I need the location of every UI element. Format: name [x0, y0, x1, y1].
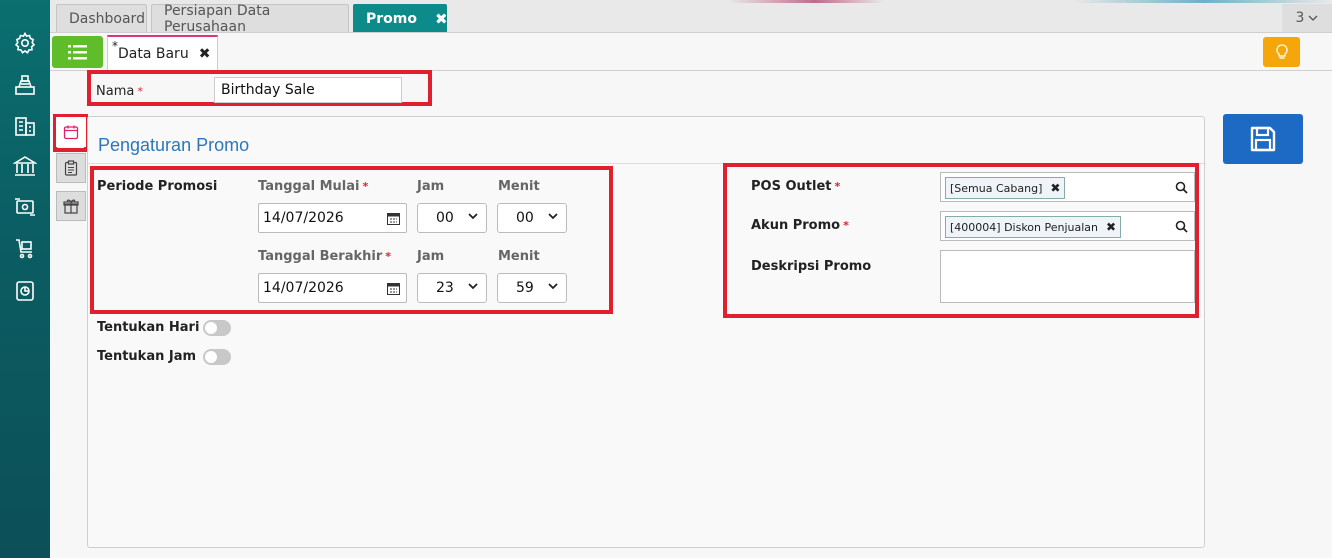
select-value: 23 — [436, 280, 454, 296]
subtab-data-baru[interactable]: * Data Baru ✖ — [107, 35, 218, 71]
lightbulb-icon — [1275, 44, 1288, 59]
pos-outlet-label: POS Outlet * — [751, 179, 841, 194]
tanggal-mulai-input[interactable]: 14/07/2026 — [258, 203, 407, 233]
close-icon[interactable]: ✖ — [199, 46, 211, 62]
selected-tag: [400004] Diskon Penjualan ✖ — [945, 216, 1122, 238]
save-button[interactable] — [1223, 114, 1303, 164]
remove-tag-icon[interactable]: ✖ — [1050, 181, 1060, 195]
search-icon[interactable] — [1175, 220, 1188, 233]
calendar-icon — [63, 125, 79, 140]
list-icon — [67, 45, 87, 60]
tab-label: Persiapan Data Perusahaan — [164, 2, 271, 35]
jam-mulai-select[interactable]: 00 — [417, 203, 487, 233]
tab-count: 3 — [1295, 10, 1305, 26]
select-value: 00 — [516, 210, 534, 226]
deskripsi-promo-textarea[interactable] — [940, 250, 1195, 303]
chevron-down-icon — [468, 283, 478, 290]
gift-tab[interactable] — [56, 191, 86, 221]
building-icon[interactable] — [12, 113, 38, 139]
chevron-down-icon — [468, 213, 478, 220]
gear-icon[interactable] — [12, 30, 38, 56]
close-icon[interactable]: ✖ — [435, 10, 448, 28]
tentukan-jam-label: Tentukan Jam — [97, 349, 197, 364]
list-menu-button[interactable] — [52, 36, 103, 68]
cart-box-icon[interactable] — [12, 236, 38, 262]
top-tab-bar: Dashboard Persiapan Data Perusahaan Prom… — [50, 0, 1332, 35]
subtab-label: Data Baru — [118, 46, 189, 62]
tentukan-jam-toggle[interactable] — [203, 349, 231, 365]
sub-toolbar: * Data Baru ✖ — [50, 33, 1332, 71]
jam-berakhir-label: Jam — [417, 249, 445, 264]
selected-tag: [Semua Cabang] ✖ — [945, 177, 1066, 199]
tab-count-dropdown[interactable]: 3 — [1282, 4, 1332, 32]
menit-mulai-label: Menit — [498, 179, 540, 194]
panel-title: Pengaturan Promo — [98, 135, 250, 155]
search-icon[interactable] — [1175, 181, 1188, 194]
clipboard-tab[interactable] — [56, 153, 86, 183]
date-value: 14/07/2026 — [263, 280, 344, 296]
pos-outlet-select[interactable]: [Semua Cabang] ✖ — [940, 172, 1195, 202]
tanggal-berakhir-label: Tanggal Berakhir * — [258, 249, 392, 264]
select-value: 59 — [516, 280, 534, 296]
save-icon — [1250, 126, 1276, 152]
jam-berakhir-select[interactable]: 23 — [417, 273, 487, 303]
tentukan-hari-label: Tentukan Hari — [97, 320, 200, 335]
report-chart-icon[interactable] — [12, 278, 38, 304]
date-value: 14/07/2026 — [263, 210, 344, 226]
menit-berakhir-select[interactable]: 59 — [497, 273, 567, 303]
menit-mulai-select[interactable]: 00 — [497, 203, 567, 233]
chevron-down-icon — [548, 213, 558, 220]
akun-promo-select[interactable]: [400004] Diskon Penjualan ✖ — [940, 211, 1195, 241]
tab-persiapan-data[interactable]: Persiapan Data Perusahaan — [151, 2, 349, 35]
cash-register-icon[interactable] — [12, 72, 38, 98]
tips-button[interactable] — [1263, 37, 1300, 67]
tanggal-mulai-label: Tanggal Mulai * — [258, 179, 369, 194]
nama-label: Nama * — [96, 84, 143, 99]
sidebar — [0, 0, 50, 558]
tab-label: Promo — [366, 10, 417, 27]
nama-input[interactable]: Birthday Sale — [214, 77, 402, 103]
gift-icon — [63, 199, 79, 214]
clipboard-icon — [64, 160, 78, 176]
remove-tag-icon[interactable]: ✖ — [1106, 220, 1116, 234]
tentukan-hari-toggle[interactable] — [203, 320, 231, 336]
tab-label: Dashboard — [69, 10, 145, 27]
calendar-icon[interactable] — [387, 212, 400, 225]
periode-promosi-label: Periode Promosi — [97, 179, 218, 194]
jam-mulai-label: Jam — [417, 179, 445, 194]
tab-dashboard[interactable]: Dashboard — [56, 4, 147, 32]
deskripsi-promo-label: Deskripsi Promo — [751, 259, 872, 274]
calendar-icon[interactable] — [387, 282, 400, 295]
decorative-strip — [470, 0, 1332, 3]
chevron-down-icon — [1308, 15, 1318, 21]
unsaved-marker: * — [112, 39, 118, 53]
tanggal-berakhir-input[interactable]: 14/07/2026 — [258, 273, 407, 303]
main-content: * Data Baru ✖ Nama * Birthday Sale Pengat… — [50, 33, 1332, 558]
bank-icon[interactable] — [12, 153, 38, 179]
calendar-tab[interactable] — [56, 117, 86, 147]
tab-promo[interactable]: Promo ✖ — [353, 4, 448, 32]
money-cycle-icon[interactable] — [12, 194, 38, 220]
akun-promo-label: Akun Promo * — [751, 218, 849, 233]
menit-berakhir-label: Menit — [498, 249, 540, 264]
chevron-down-icon — [548, 283, 558, 290]
select-value: 00 — [436, 210, 454, 226]
